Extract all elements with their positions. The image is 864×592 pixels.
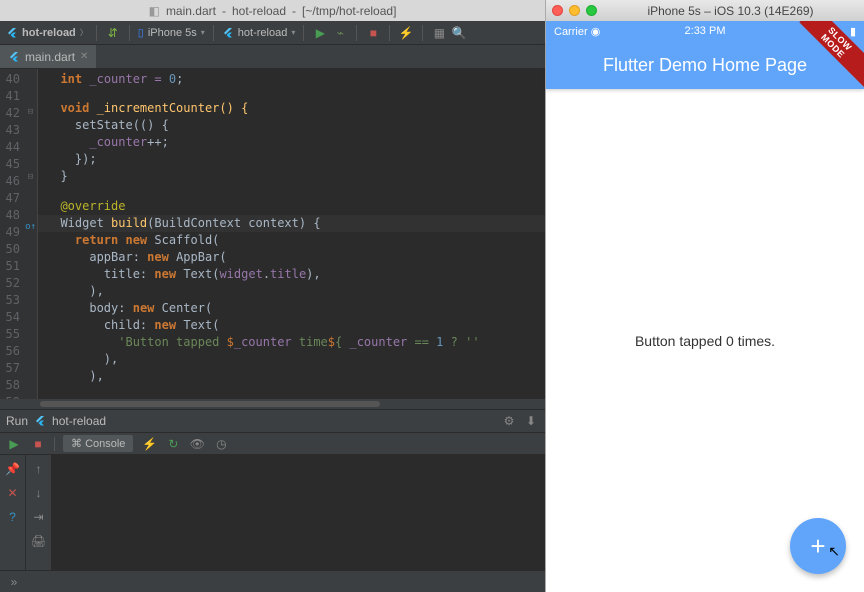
wrap-icon[interactable]: ⇥ [31, 509, 47, 525]
flutter-icon [222, 27, 234, 39]
console-toolbar: ▶ ■ ⌘ Console ⚡ ↻ 👁 ◷ [0, 433, 545, 455]
minimize-window-button[interactable] [569, 5, 580, 16]
run-panel-header: Run hot-reload ⚙ ⬇ [0, 409, 545, 433]
hot-reload-console[interactable]: ⚡ [141, 436, 157, 452]
eye-icon[interactable]: 👁 [189, 436, 205, 452]
run-config-label: hot-reload [52, 414, 106, 428]
more-icon[interactable]: » [6, 574, 22, 590]
zoom-window-button[interactable] [586, 5, 597, 16]
app-body: Button tapped 0 times. [546, 89, 864, 592]
down-icon[interactable]: ↓ [31, 485, 47, 501]
code-lines: int _counter = 0; void _incrementCounter… [38, 69, 545, 399]
chevron-right-icon: 〉 [80, 27, 88, 38]
file-icon: ◧ [149, 4, 160, 18]
line-number-gutter: 4041424344454647484950515253545556575859 [0, 69, 24, 399]
console-area: 📌 ✕ ? ↑ ↓ ⇥ 🖨 [0, 455, 545, 570]
caret-down-icon: ▾ [201, 28, 205, 37]
help-icon[interactable]: ? [5, 509, 21, 525]
print-icon[interactable]: 🖨 [31, 533, 47, 549]
gear-icon[interactable]: ⚙ [501, 413, 517, 429]
restart-button[interactable]: ▶ [6, 436, 22, 452]
fold-gutter: ⊟ ⊟ o↑ [24, 69, 38, 399]
pin-icon[interactable]: 📌 [5, 461, 21, 477]
bottom-bar: » [0, 570, 545, 592]
battery-icon: ▮ [850, 25, 856, 38]
run-config-selector[interactable]: hot-reload ▾ [222, 27, 296, 39]
console-left-gutter: 📌 ✕ ? [0, 455, 26, 570]
sim-screen: Carrier ◉ 2:33 PM ▮ SLOW MODE Flutter De… [546, 21, 864, 592]
stop-button[interactable]: ■ [365, 25, 381, 41]
flutter-icon [6, 27, 18, 39]
reload-button[interactable]: ↻ [165, 436, 181, 452]
up-icon[interactable]: ↑ [31, 461, 47, 477]
wifi-icon: ◉ [591, 26, 601, 38]
status-time: 2:33 PM [685, 25, 726, 37]
device-selector[interactable]: ▯ iPhone 5s ▾ [138, 26, 205, 39]
console-output[interactable] [52, 455, 545, 570]
flutter-icon [34, 415, 46, 427]
debug-button[interactable]: ⌁ [332, 25, 348, 41]
console-left-gutter-2: ↑ ↓ ⇥ 🖨 [26, 455, 52, 570]
override-icon: o↑ [25, 219, 36, 236]
simulator-window: iPhone 5s – iOS 10.3 (14E269) Carrier ◉ … [545, 0, 864, 592]
close-icon[interactable]: ✕ [5, 485, 21, 501]
ios-status-bar: Carrier ◉ 2:33 PM ▮ [546, 21, 864, 41]
title-path: [~/tmp/hot-reload] [302, 4, 396, 18]
search-button[interactable]: 🔍 [451, 25, 467, 41]
flutter-app-bar: Flutter Demo Home Page [546, 41, 864, 89]
hot-reload-button[interactable]: ⚡ [398, 25, 414, 41]
console-tab[interactable]: ⌘ Console [63, 435, 133, 452]
project-selector[interactable]: hot-reload 〉 [6, 27, 88, 39]
status-carrier: Carrier ◉ [554, 25, 600, 38]
phone-icon: ▯ [138, 26, 144, 39]
ide-toolbar: hot-reload 〉 ⇵ ▯ iPhone 5s ▾ hot-reload … [0, 21, 545, 45]
floating-action-button[interactable]: + [790, 518, 846, 574]
close-window-button[interactable] [552, 5, 563, 16]
title-project: hot-reload [232, 4, 286, 18]
caret-down-icon: ▾ [291, 28, 295, 37]
download-icon[interactable]: ⬇ [523, 413, 539, 429]
ide-titlebar: ◧ main.dart - hot-reload - [~/tmp/hot-re… [0, 0, 545, 21]
file-tab-main[interactable]: main.dart ✕ [0, 45, 96, 68]
sim-titlebar: iPhone 5s – iOS 10.3 (14E269) [546, 0, 864, 21]
fold-end-icon[interactable]: ⊟ [28, 169, 33, 186]
body-text: Button tapped 0 times. [635, 333, 775, 349]
layout-button[interactable]: ▦ [431, 25, 447, 41]
timer-icon[interactable]: ◷ [213, 436, 229, 452]
title-filename: main.dart [166, 4, 216, 18]
ide-window: ◧ main.dart - hot-reload - [~/tmp/hot-re… [0, 0, 545, 592]
sync-button[interactable]: ⇵ [105, 25, 121, 41]
fold-icon[interactable]: ⊟ [28, 104, 33, 121]
app-bar-title: Flutter Demo Home Page [603, 55, 807, 76]
flutter-icon [8, 51, 20, 63]
close-tab-icon[interactable]: ✕ [80, 51, 88, 62]
file-tab-bar: main.dart ✕ [0, 45, 545, 69]
h-scrollbar[interactable] [0, 399, 545, 409]
traffic-lights [552, 5, 597, 16]
stop-console-button[interactable]: ■ [30, 436, 46, 452]
sim-title: iPhone 5s – iOS 10.3 (14E269) [603, 4, 858, 18]
plus-icon: + [810, 531, 825, 562]
run-button[interactable]: ▶ [312, 25, 328, 41]
code-editor[interactable]: 4041424344454647484950515253545556575859… [0, 69, 545, 399]
terminal-icon: ⌘ [71, 438, 82, 450]
run-tab-label[interactable]: Run [6, 414, 28, 428]
